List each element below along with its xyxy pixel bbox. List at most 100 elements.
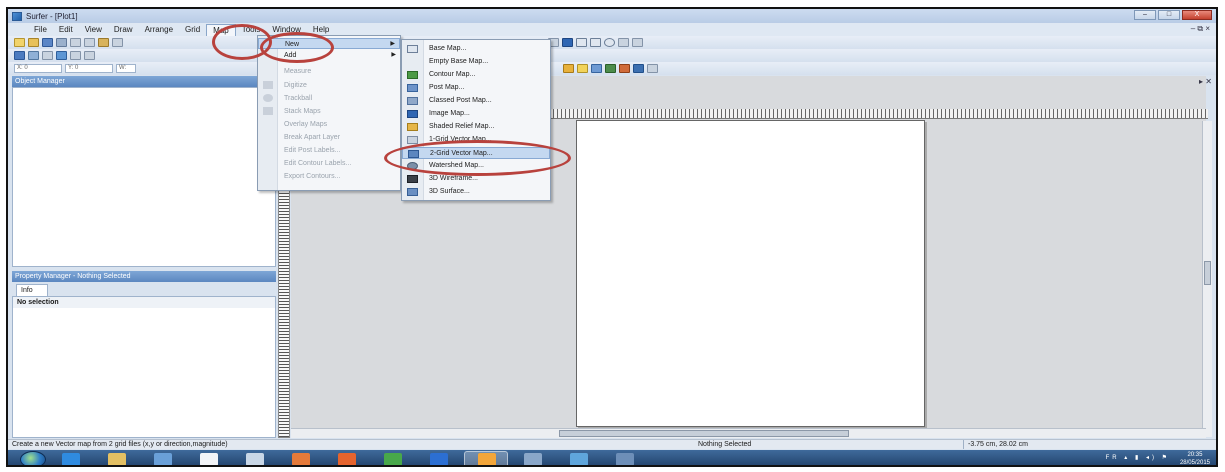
firefox-icon[interactable]: [338, 453, 356, 465]
menu-item-stack-maps-label: Stack Maps: [284, 108, 321, 115]
browser-icon[interactable]: [570, 453, 588, 465]
menu-draw[interactable]: Draw: [108, 24, 139, 35]
save-icon[interactable]: [42, 38, 53, 47]
vertical-scrollbar[interactable]: [1202, 121, 1212, 437]
menu-item-edit-post-labels[interactable]: Edit Post Labels...: [258, 145, 400, 156]
submenu-item-image-map[interactable]: Image Map...: [402, 108, 550, 120]
y-position-field[interactable]: Y: 0: [65, 64, 113, 73]
menu-file[interactable]: File: [28, 24, 53, 35]
vector-map-icon[interactable]: [647, 64, 658, 73]
property-manager-panel: No selection: [12, 296, 276, 438]
menu-item-break-apart-layer[interactable]: Break Apart Layer: [258, 132, 400, 143]
width-field[interactable]: W:: [116, 64, 136, 73]
spline-icon[interactable]: [618, 38, 629, 47]
app-window: Surfer - [Plot1] – □ X File Edit View Dr…: [6, 7, 1218, 467]
menu-item-trackball[interactable]: Trackball: [258, 93, 400, 104]
new-map-submenu: Base Map... Empty Base Map... Contour Ma…: [401, 39, 551, 201]
surface-map-icon[interactable]: [633, 64, 644, 73]
submenu-item-label: Base Map...: [429, 45, 467, 52]
print-icon[interactable]: [56, 38, 67, 47]
image-map-icon: [407, 110, 418, 118]
menu-view[interactable]: View: [79, 24, 108, 35]
title-bar: Surfer - [Plot1] – □ X: [8, 9, 1216, 23]
text-icon[interactable]: [632, 38, 643, 47]
x-position-field[interactable]: X: 0: [14, 64, 62, 73]
menu-arrange[interactable]: Arrange: [139, 24, 179, 35]
submenu-item-label: Post Map...: [429, 84, 465, 91]
surfer-task-icon[interactable]: [478, 453, 496, 465]
clock-time: 20:35: [1187, 452, 1203, 458]
close-button[interactable]: X: [1182, 10, 1212, 20]
line-chart-icon[interactable]: [56, 51, 67, 60]
property-manager-header: Property Manager - Nothing Selected: [12, 271, 276, 282]
grid-data-icon[interactable]: [14, 51, 25, 60]
menu-grid[interactable]: Grid: [179, 24, 206, 35]
menu-edit[interactable]: Edit: [53, 24, 79, 35]
menu-item-overlay-maps[interactable]: Overlay Maps: [258, 119, 400, 130]
menu-bar: File Edit View Draw Arrange Grid Map Too…: [8, 23, 1216, 36]
menu-item-measure[interactable]: Measure: [258, 66, 400, 77]
submenu-item-contour-map[interactable]: Contour Map...: [402, 69, 550, 81]
digitize-icon: [263, 81, 273, 89]
system-clock[interactable]: 20:35 28/05/2015: [1180, 451, 1210, 465]
plot-page[interactable]: [576, 120, 925, 427]
grid-info-icon[interactable]: [28, 51, 39, 60]
contour-icon[interactable]: [70, 51, 81, 60]
vlc-icon[interactable]: [292, 453, 310, 465]
submenu-item-3d-surface[interactable]: 3D Surface...: [402, 186, 550, 198]
file-explorer-icon[interactable]: [108, 453, 126, 465]
minimize-button[interactable]: –: [1134, 10, 1156, 20]
position-toolbar: X: 0 Y: 0 W:: [8, 62, 1216, 75]
submenu-item-base-map[interactable]: Base Map...: [402, 43, 550, 55]
surfer-app-icon: [12, 11, 22, 21]
menu-item-export-contours[interactable]: Export Contours...: [258, 171, 400, 182]
maximize-button[interactable]: □: [1158, 10, 1180, 20]
contour-map-icon[interactable]: [563, 64, 574, 73]
submenu-item-classed-post-map[interactable]: Classed Post Map...: [402, 95, 550, 107]
copy-icon[interactable]: [84, 38, 95, 47]
horizontal-scroll-thumb[interactable]: [559, 430, 849, 437]
submenu-item-shaded-relief-map[interactable]: Shaded Relief Map...: [402, 121, 550, 133]
tab-info[interactable]: Info: [16, 284, 48, 296]
object-manager-header: Object Manager: [12, 76, 276, 87]
calculator-icon[interactable]: [246, 453, 264, 465]
image-map-icon[interactable]: [605, 64, 616, 73]
shaded-relief-icon[interactable]: [619, 64, 630, 73]
new-file-icon[interactable]: [14, 38, 25, 47]
cut-icon[interactable]: [70, 38, 81, 47]
symbol-icon[interactable]: [562, 38, 573, 47]
grid-node-editor-icon[interactable]: [42, 51, 53, 60]
chrome-icon[interactable]: [384, 453, 402, 465]
submenu-item-label: Image Map...: [429, 110, 470, 117]
menu-item-stack-maps[interactable]: Stack Maps: [258, 106, 400, 117]
menu-item-digitize[interactable]: Digitize: [258, 80, 400, 91]
menu-item-trackball-label: Trackball: [284, 95, 313, 102]
submenu-item-post-map[interactable]: Post Map...: [402, 82, 550, 94]
start-button-icon[interactable]: [20, 451, 46, 465]
app-icon[interactable]: [200, 453, 218, 465]
post-map-icon[interactable]: [591, 64, 602, 73]
menu-item-edit-contour-labels[interactable]: Edit Contour Labels...: [258, 158, 400, 169]
paste-icon[interactable]: [98, 38, 109, 47]
horizontal-scrollbar[interactable]: [291, 428, 1206, 438]
rounded-rectangle-icon[interactable]: [590, 38, 601, 47]
media-player-icon[interactable]: [154, 453, 172, 465]
image-viewer-icon[interactable]: [524, 453, 542, 465]
menu-item-digitize-label: Digitize: [284, 82, 307, 89]
layout-icon[interactable]: [84, 51, 95, 60]
document-window-controls[interactable]: – ⧉ ×: [1191, 24, 1210, 34]
system-tray[interactable]: FR ▴ ▮ ◂) ⚑: [1106, 454, 1170, 461]
document-pane-controls[interactable]: ▸ ✕: [1199, 77, 1212, 86]
open-folder-icon[interactable]: [28, 38, 39, 47]
status-coordinates: -3.75 cm, 28.02 cm: [963, 440, 1028, 449]
skype-icon[interactable]: [430, 453, 448, 465]
submenu-item-empty-base-map[interactable]: Empty Base Map...: [402, 56, 550, 68]
internet-explorer-icon[interactable]: [62, 453, 80, 465]
folder-icon[interactable]: [616, 453, 634, 465]
vertical-scroll-thumb[interactable]: [1204, 261, 1211, 285]
rectangle-icon[interactable]: [576, 38, 587, 47]
undo-icon[interactable]: [112, 38, 123, 47]
base-map-icon[interactable]: [577, 64, 588, 73]
object-manager-panel[interactable]: [12, 87, 276, 267]
ellipse-icon[interactable]: [604, 38, 615, 47]
